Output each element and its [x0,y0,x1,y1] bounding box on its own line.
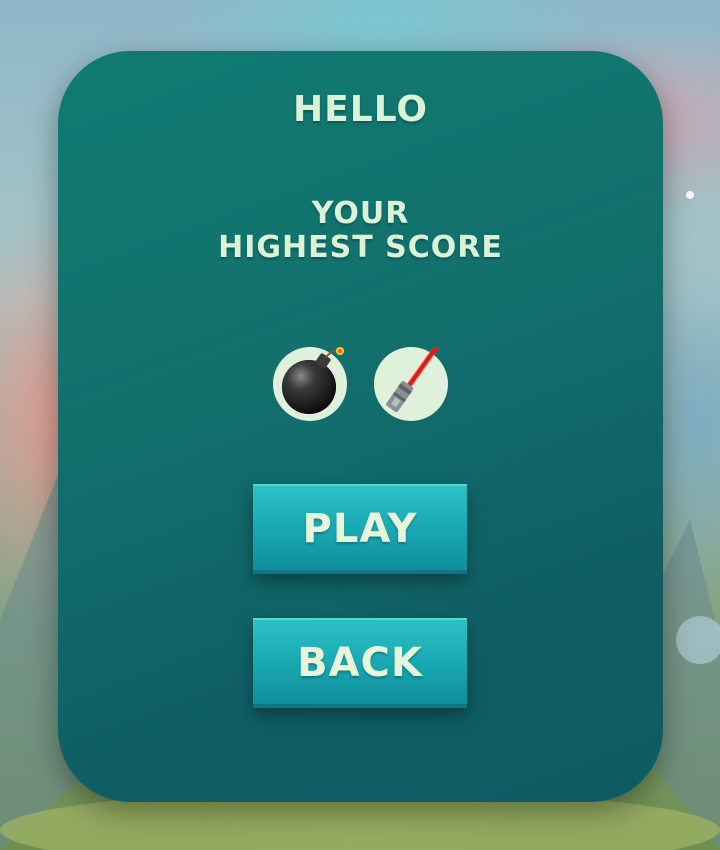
score-label-line1: YOUR [311,196,410,231]
back-button[interactable]: BACK [253,618,467,708]
score-label-line2: HIGHEST SCORE [218,230,503,265]
greeting-title: HELLO [293,89,428,130]
bomb-icon [282,347,344,414]
highest-score-label: YOUR HIGHEST SCORE [58,197,663,265]
play-button[interactable]: PLAY [253,484,467,574]
lightsaber-icon [386,347,441,413]
bomb-powerup [273,347,347,421]
lightsaber-powerup [374,347,448,421]
menu-panel: HELLO YOUR HIGHEST SCORE PLAY BACK [58,51,663,802]
